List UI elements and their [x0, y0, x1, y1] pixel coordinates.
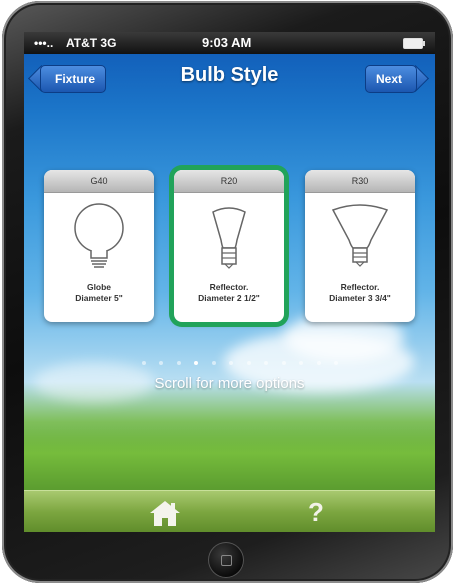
device-home-button[interactable] — [208, 542, 244, 578]
bulb-diameter: Diameter 2 1/2" — [198, 293, 260, 303]
page-indicator[interactable] — [142, 352, 347, 370]
bulb-code: R30 — [305, 170, 415, 193]
bulb-diameter: Diameter 3 3/4" — [329, 293, 391, 303]
page-dot — [159, 361, 164, 365]
page-dot — [316, 361, 321, 365]
page-dot — [211, 361, 216, 365]
page-dot — [281, 361, 286, 365]
page-dot — [229, 361, 234, 365]
bulb-card-r30[interactable]: R30 Reflector. Diameter 3 3/4" — [305, 170, 415, 322]
carrier-label: AT&T 3G — [66, 36, 117, 50]
bulb-code: R20 — [174, 170, 284, 193]
scroll-hint: Scroll for more options — [154, 375, 305, 392]
page-dot — [299, 361, 304, 365]
page-dot — [142, 361, 146, 365]
globe-bulb-icon — [44, 200, 154, 272]
bulb-name: Reflector. — [209, 282, 249, 292]
grass-background — [24, 427, 435, 492]
page-dot-active — [194, 361, 199, 365]
page-dot — [246, 361, 251, 365]
reflector-bulb-icon — [174, 200, 284, 272]
bulb-card-r20[interactable]: R20 Reflector. Diameter 2 1/2" — [174, 170, 284, 322]
clock: 9:03 AM — [202, 35, 252, 50]
page-dot — [176, 361, 181, 365]
bulb-card-g40[interactable]: G40 Globe Diameter 5" — [44, 170, 154, 322]
signal-strength: •••.. — [34, 36, 54, 50]
bulb-name: Globe — [86, 282, 112, 292]
navigation-bar: Fixture Bulb Style Next — [24, 54, 435, 98]
next-button[interactable]: Next — [364, 65, 417, 93]
app-screen: •••.. AT&T 3G 9:03 AM Fixture Bulb Style… — [24, 32, 435, 532]
status-bar: •••.. AT&T 3G 9:03 AM — [24, 32, 435, 54]
page-dot — [333, 361, 338, 365]
home-icon[interactable] — [148, 499, 182, 527]
reflector-bulb-icon — [305, 200, 415, 272]
bottom-toolbar: ? — [24, 490, 435, 532]
bulb-code: G40 — [44, 170, 154, 193]
tablet-frame: •••.. AT&T 3G 9:03 AM Fixture Bulb Style… — [2, 1, 453, 583]
bulb-diameter: Diameter 5" — [75, 293, 123, 303]
bulb-name: Reflector. — [340, 282, 380, 292]
battery-icon — [403, 38, 425, 49]
page-dot — [264, 361, 269, 365]
help-button[interactable]: ? — [308, 497, 324, 528]
